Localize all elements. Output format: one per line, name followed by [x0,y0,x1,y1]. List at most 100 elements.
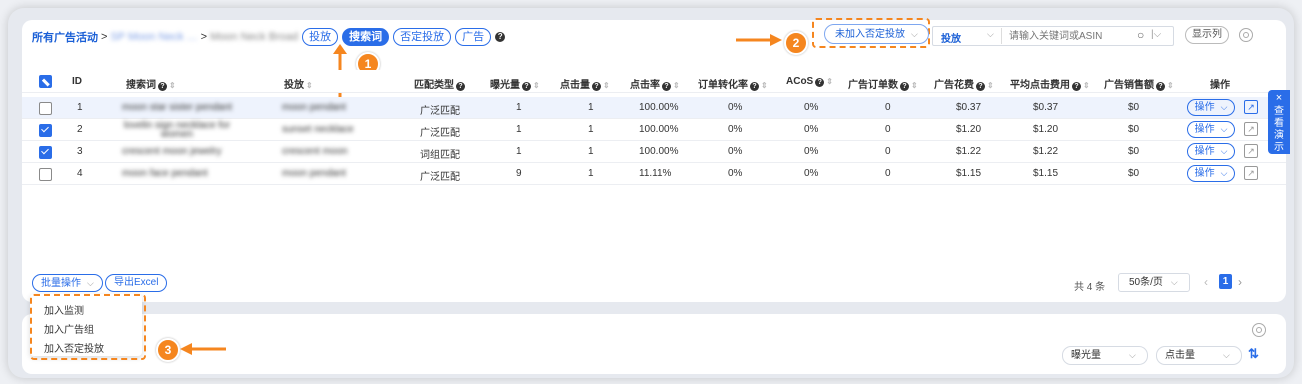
select-all-checkbox[interactable] [39,75,52,88]
col-spend[interactable]: 广告花费? ⇕ [934,76,994,91]
orders: 0 [885,168,891,179]
search-term-link[interactable]: crescent moon jewelry [122,146,221,157]
metric-select-clicks[interactable]: 点击量 ⌵ [1156,346,1242,365]
trend-chart-icon[interactable]: ↗ [1244,166,1258,180]
spend: $1.15 [956,168,982,179]
chevron-down-icon: ⌵ [1220,124,1228,134]
col-targeting[interactable]: 投放 ⇕ [284,76,313,91]
targeting-link[interactable]: moon pendant [282,102,346,113]
impressions: 9 [516,168,522,179]
clicks: 1 [588,168,594,179]
tab-search-terms[interactable]: 搜索词 [342,28,390,46]
prev-page-icon[interactable]: ‹ [1204,275,1208,289]
trend-chart-icon[interactable]: ↗ [1244,122,1258,136]
row-actions-button[interactable]: 操作 ⌵ [1187,143,1235,160]
clicks: 1 [588,146,594,157]
breadcrumb-root[interactable]: 所有广告活动 [32,29,98,45]
row-id: 1 [77,102,83,113]
col-cpc[interactable]: 平均点击费用? ⇕ [1010,76,1090,91]
col-match-type[interactable]: 匹配类型? [414,76,465,91]
row-actions-button[interactable]: 操作 ⌵ [1187,99,1235,116]
col-actions: 操作 [1210,80,1230,91]
help-icon[interactable]: ? [495,32,506,42]
col-sales[interactable]: 广告销售额? ⇕ [1104,76,1174,91]
conversion-rate: 0% [728,124,743,135]
settings-gear-icon[interactable] [1252,323,1266,337]
col-acos[interactable]: ACoS? ⇕ [786,76,833,87]
col-orders[interactable]: 广告订单数? ⇕ [848,76,918,91]
acos: 0% [804,146,819,157]
sales: $0 [1128,168,1140,179]
annotation-marker-3: 3 [156,338,180,362]
ctr: 100.00% [639,102,679,113]
batch-actions-button[interactable]: 批量操作 ⌵ [32,274,103,292]
show-columns-button[interactable]: 显示列 [1185,26,1229,44]
trend-chart-icon[interactable]: ↗ [1244,144,1258,158]
col-ctr[interactable]: 点击率? ⇕ [630,76,680,91]
export-excel-button[interactable]: 导出Excel [105,274,168,292]
search-term-link[interactable]: moon star sister pendant [122,102,232,113]
tab-ads[interactable]: 广告 [455,28,492,46]
acos: 0% [804,124,819,135]
arrow-right-icon [736,34,782,46]
metric-select-impressions[interactable]: 曝光量 ⌵ [1062,346,1148,365]
ctr: 100.00% [639,146,679,157]
targeting-link[interactable]: moon pendant [282,168,346,179]
search-term-link[interactable]: lovelin sign necklace for women [122,121,232,140]
row-id: 3 [77,146,83,157]
acos: 0% [804,102,819,113]
spend: $1.20 [956,124,982,135]
search-scope-select[interactable]: 投放 [941,30,961,45]
cpc: $0.37 [1033,102,1059,113]
search-terms-panel: 所有广告活动 > SP Moon Neck … > Moon Neck Broa… [22,18,1286,302]
trend-chart-icon[interactable]: ↗ [1244,100,1258,114]
conversion-rate: 0% [728,102,743,113]
acos: 0% [804,168,819,179]
chevron-down-icon[interactable]: ⌵ [987,29,994,40]
swap-icon[interactable]: ⇅ [1248,346,1259,362]
page-1-button[interactable]: 1 [1219,274,1232,289]
clicks: 1 [588,102,594,113]
row-checkbox[interactable] [39,124,52,137]
targeting-link[interactable]: sunset necklace [282,124,354,135]
match-type: 广泛匹配 [420,128,460,139]
col-clicks[interactable]: 点击量? ⇕ [560,76,610,91]
page-size-select[interactable]: 50条/页 ⌵ [1118,273,1190,292]
spend: $1.22 [956,146,982,157]
view-demo-panel[interactable]: × 查看演示 [1268,90,1290,154]
chevron-down-icon: ⌵ [1220,146,1228,156]
targeting-link[interactable]: crescent moon [282,146,348,157]
row-actions-button[interactable]: 操作 ⌵ [1187,121,1235,138]
chevron-down-icon: ⌵ [1220,168,1228,178]
col-impressions[interactable]: 曝光量? ⇕ [490,76,540,91]
match-type: 广泛匹配 [420,172,460,183]
chevron-down-icon: ⌵ [1223,350,1230,360]
sales: $0 [1128,124,1140,135]
cpc: $1.15 [1033,168,1059,179]
chevron-down-icon: ⌵ [87,278,94,288]
match-type: 广泛匹配 [420,106,460,117]
negative-filter-dropdown[interactable]: 未加入否定投放 ⌵ [824,24,929,44]
search-box: 投放 ⌵ ○ |⌵ [932,26,1174,46]
search-term-link[interactable]: moon face pendant [122,168,208,179]
search-icon[interactable]: ○ [1137,28,1144,42]
settings-gear-icon[interactable] [1239,28,1253,42]
chevron-down-icon: ⌵ [1170,277,1178,287]
impressions: 1 [516,146,522,157]
close-icon: × [1275,92,1283,104]
total-count: 共 4 条 [1074,282,1106,293]
tab-negative-targeting[interactable]: 否定投放 [393,28,452,46]
col-id[interactable]: ID [72,76,82,87]
row-checkbox[interactable] [39,168,52,181]
chevron-down-icon[interactable]: |⌵ [1151,29,1161,40]
row-actions-button[interactable]: 操作 ⌵ [1187,165,1235,182]
col-search-term[interactable]: 搜索词? ⇕ [126,76,176,91]
row-checkbox[interactable] [39,102,52,115]
next-page-icon[interactable]: › [1238,275,1242,289]
cpc: $1.22 [1033,146,1059,157]
breadcrumb-campaign[interactable]: SP Moon Neck … [110,31,197,43]
search-input[interactable] [1007,28,1131,44]
col-conversion-rate[interactable]: 订单转化率? ⇕ [698,76,768,91]
impressions: 1 [516,124,522,135]
row-checkbox[interactable] [39,146,52,159]
